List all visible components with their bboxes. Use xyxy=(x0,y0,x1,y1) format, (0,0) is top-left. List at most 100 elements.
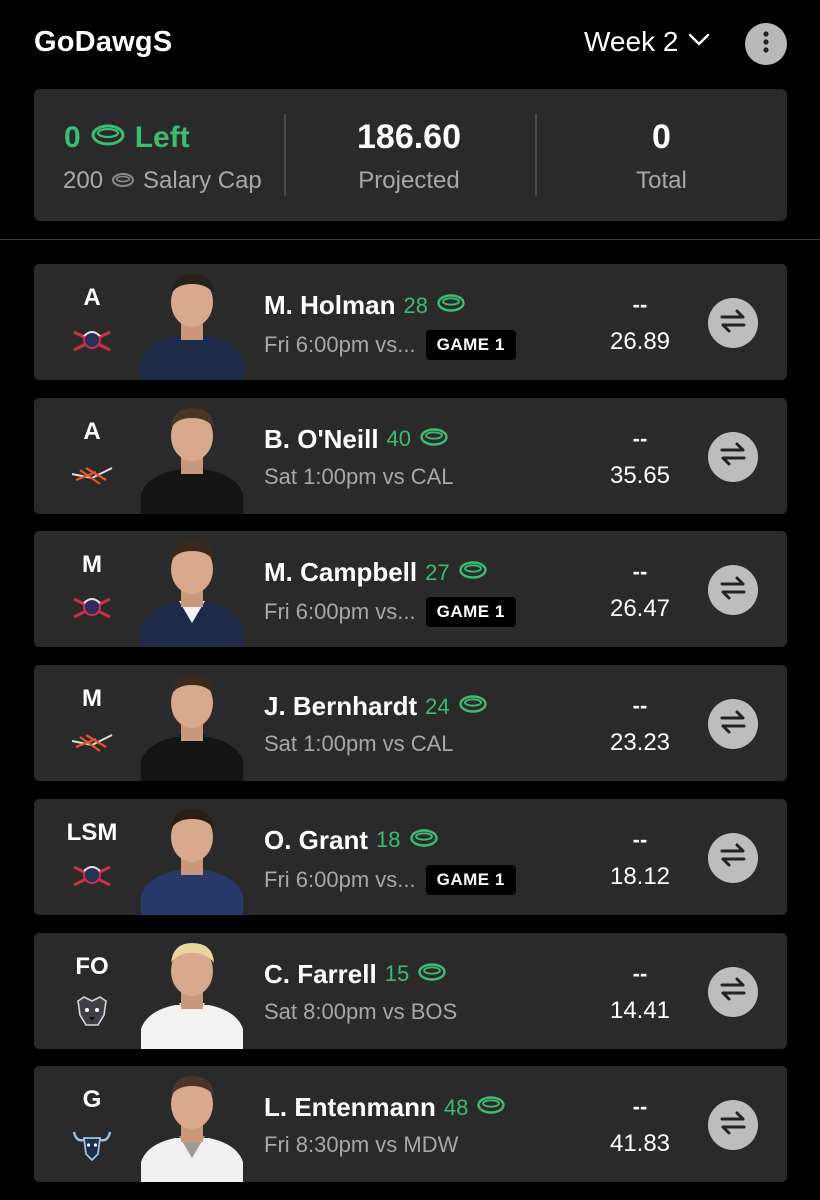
player-photo xyxy=(141,933,243,1049)
player-name-line: C. Farrell 15 xyxy=(264,959,447,990)
projected-value: 186.60 xyxy=(357,118,461,156)
player-name-line: M. Holman 28 xyxy=(264,290,466,321)
player-name-line: B. O'Neill 40 xyxy=(264,424,449,455)
more-options-button[interactable] xyxy=(745,23,787,65)
shield-logo-icon xyxy=(70,326,114,356)
player-name: L. Entenmann xyxy=(264,1092,436,1123)
swap-player-button[interactable] xyxy=(708,966,758,1017)
salary-left-label: Left xyxy=(134,121,190,154)
player-salary: 48 xyxy=(443,1094,469,1120)
actual-points: -- xyxy=(632,425,648,451)
coin-icon xyxy=(419,427,449,452)
game-time: Sat 1:00pm vs CAL xyxy=(264,731,454,757)
game-time: Fri 8:30pm vs MDW xyxy=(264,1132,459,1158)
projected-points: 26.89 xyxy=(609,328,671,355)
roster-row-4[interactable]: M J. Bernhardt 24 Sat 1:00pm vs CAL -- 2… xyxy=(34,665,787,782)
coin-icon xyxy=(458,694,488,719)
player-photo xyxy=(141,398,243,514)
player-name: J. Bernhardt xyxy=(264,691,418,722)
roster-row-7[interactable]: G L. Entenmann 48 Fri 8:30pm vs MDW -- 4… xyxy=(34,1066,787,1183)
swap-arrows-icon xyxy=(719,710,747,739)
swap-player-button[interactable] xyxy=(708,699,758,750)
player-salary: 40 xyxy=(386,426,412,452)
week-selector[interactable]: Week 2 xyxy=(584,26,710,58)
player-salary: 27 xyxy=(425,559,450,585)
salary-left: 0 Left xyxy=(64,121,284,155)
coin-icon xyxy=(476,1095,506,1120)
projected-points: 14.41 xyxy=(609,996,671,1024)
player-salary: 24 xyxy=(425,693,450,719)
actual-points: -- xyxy=(632,1094,648,1120)
player-photo xyxy=(141,264,243,380)
player-photo xyxy=(141,665,243,782)
total-label: Total xyxy=(636,167,687,194)
swap-player-button[interactable] xyxy=(708,565,758,616)
roster-row-2[interactable]: A B. O'Neill 40 Sat 1:00pm vs CAL -- 35.… xyxy=(34,397,787,514)
wings-logo-icon xyxy=(70,727,114,757)
coin-icon xyxy=(111,167,135,195)
roster-row-3[interactable]: M M. Campbell 27 Fri 6:00pm vs... GAME 1… xyxy=(34,531,787,648)
roster-row-5[interactable]: LSM O. Grant 18 Fri 6:00pm vs... GAME 1 … xyxy=(34,798,787,915)
game-badge: GAME 1 xyxy=(425,330,516,360)
projected-points: 35.65 xyxy=(609,461,671,489)
swap-arrows-icon xyxy=(719,442,747,471)
projected-points: 18.12 xyxy=(609,862,671,890)
wings-logo-icon xyxy=(70,460,114,490)
coin-icon xyxy=(417,962,447,987)
salary-left-value: 0 xyxy=(64,121,81,154)
total-value: 0 xyxy=(652,118,671,156)
player-salary: 18 xyxy=(376,827,401,853)
game-info: Sat 1:00pm vs CAL xyxy=(264,731,454,757)
salary-left-column: 0 Left 200 Salary Cap xyxy=(34,89,284,221)
projected-points: 23.23 xyxy=(609,729,671,757)
game-info: Sat 1:00pm vs CAL xyxy=(264,464,454,490)
roster-row-6[interactable]: FO C. Farrell 15 Sat 8:00pm vs BOS -- 14… xyxy=(34,932,787,1049)
actual-points: -- xyxy=(632,960,648,986)
game-time: Sat 1:00pm vs CAL xyxy=(264,463,454,489)
chevron-down-icon xyxy=(688,33,710,52)
actual-points: -- xyxy=(632,826,648,852)
game-info: Fri 6:00pm vs... GAME 1 xyxy=(264,864,516,895)
swap-arrows-icon xyxy=(719,1111,747,1140)
game-info: Fri 8:30pm vs MDW xyxy=(264,1132,458,1158)
player-name-line: L. Entenmann 48 xyxy=(264,1092,506,1123)
game-info: Fri 6:00pm vs... GAME 1 xyxy=(264,330,516,360)
player-photo xyxy=(141,1066,243,1183)
player-photo xyxy=(141,799,243,915)
player-name: B. O'Neill xyxy=(264,423,379,454)
position-label: M xyxy=(82,685,102,713)
swap-arrows-icon xyxy=(719,309,747,338)
position-label: M xyxy=(82,551,102,579)
swap-arrows-icon xyxy=(719,977,747,1006)
game-time: Fri 6:00pm vs... xyxy=(264,332,416,357)
player-photo xyxy=(141,531,243,648)
game-time: Fri 6:00pm vs... xyxy=(264,866,416,892)
swap-player-button[interactable] xyxy=(708,431,758,482)
actual-points: -- xyxy=(632,693,648,719)
player-name: C. Farrell xyxy=(264,958,377,989)
swap-arrows-icon xyxy=(719,576,747,605)
dog-logo-icon xyxy=(70,995,114,1026)
position-label: LSM xyxy=(66,818,118,846)
swap-player-button[interactable] xyxy=(708,832,758,883)
position-label: A xyxy=(83,284,101,311)
app-header: GoDawgS Week 2 xyxy=(0,0,820,86)
vertical-dots-icon xyxy=(762,30,770,58)
projected-points: 41.83 xyxy=(609,1130,671,1158)
game-time: Sat 8:00pm vs BOS xyxy=(264,998,458,1024)
player-salary: 28 xyxy=(403,292,428,318)
shield-logo-icon xyxy=(70,861,114,891)
salary-cap-label: Salary Cap xyxy=(143,167,262,194)
swap-player-button[interactable] xyxy=(708,298,758,348)
swap-player-button[interactable] xyxy=(708,1100,758,1151)
salary-cap-value: 200 xyxy=(63,167,104,194)
total-column: 0 Total xyxy=(536,89,787,221)
roster-row-1[interactable]: A M. Holman 28 Fri 6:00pm vs... GAME 1 -… xyxy=(34,264,787,380)
salary-cap: 200 Salary Cap xyxy=(63,167,284,195)
actual-points: -- xyxy=(632,292,648,317)
coin-icon xyxy=(436,293,466,318)
player-name: O. Grant xyxy=(264,824,369,855)
shield-logo-icon xyxy=(70,593,114,623)
position-label: FO xyxy=(75,952,109,980)
game-time: Fri 6:00pm vs... xyxy=(264,599,416,625)
